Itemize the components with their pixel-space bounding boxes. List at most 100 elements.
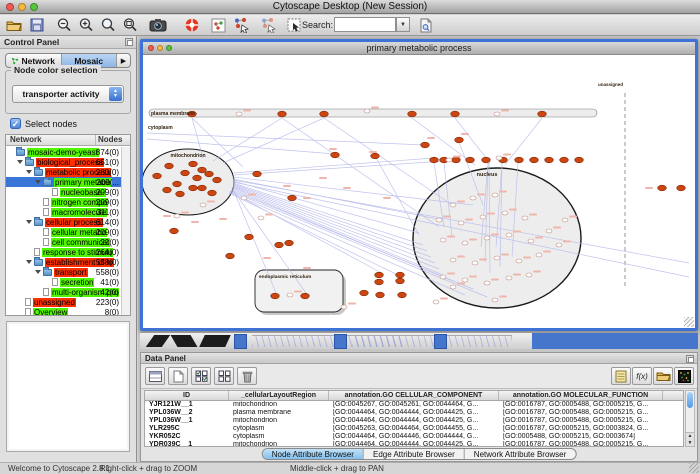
unselect-attributes-icon[interactable] — [214, 367, 234, 385]
gene-node[interactable] — [271, 293, 280, 299]
gene-node[interactable] — [451, 111, 460, 117]
tree-column-network[interactable]: Network — [6, 135, 96, 145]
zoom-out-icon[interactable] — [54, 16, 74, 34]
expand-arrow-icon[interactable] — [17, 160, 23, 164]
gene-node[interactable] — [360, 290, 369, 296]
gene-node[interactable] — [213, 177, 222, 183]
gene-node-small[interactable] — [440, 275, 446, 279]
nodes-group[interactable] — [153, 111, 686, 299]
gene-node-small[interactable] — [462, 278, 468, 282]
column-header[interactable]: annotation.GO CELLULAR_COMPONENT — [329, 391, 499, 400]
network-view-icon[interactable] — [258, 16, 278, 34]
gene-node-small[interactable] — [502, 211, 508, 215]
window-resize-grip[interactable] — [689, 463, 699, 473]
tree-row[interactable]: unassigned223(0) — [6, 297, 121, 307]
expand-arrow-icon[interactable] — [35, 270, 41, 274]
gene-node[interactable] — [375, 279, 384, 285]
gene-node[interactable] — [371, 153, 380, 159]
gene-node-small[interactable] — [556, 243, 562, 247]
gene-node-small[interactable] — [484, 281, 490, 285]
gene-node-small[interactable] — [364, 109, 370, 113]
import-attributes-icon[interactable] — [653, 367, 673, 385]
table-scrollbar-arrows[interactable]: ▲▼ — [686, 432, 694, 446]
tree-row[interactable]: cellular process614(0) — [6, 217, 121, 227]
gene-node-small[interactable] — [446, 158, 452, 162]
attribute-editor-icon[interactable] — [611, 367, 631, 385]
gene-node-small[interactable] — [472, 261, 478, 265]
zoom-in-icon[interactable] — [76, 16, 96, 34]
gene-node[interactable] — [153, 173, 162, 179]
attribute-matrix-icon[interactable] — [674, 367, 694, 385]
gene-node-small[interactable] — [526, 273, 532, 277]
gene-node-small[interactable] — [496, 156, 502, 160]
gene-node[interactable] — [396, 272, 405, 278]
gene-node[interactable] — [515, 157, 524, 163]
gene-node-small[interactable] — [546, 229, 552, 233]
zoom-fit-icon[interactable] — [120, 16, 140, 34]
gene-node-small[interactable] — [174, 214, 180, 218]
tree-column-nodes[interactable]: Nodes — [96, 135, 130, 145]
gene-node-small[interactable] — [458, 221, 464, 225]
tab-network-attribute-browser[interactable]: Network Attribute Browser — [465, 449, 575, 459]
gene-node[interactable] — [396, 278, 405, 284]
gene-node[interactable] — [226, 253, 235, 259]
network-window-titlebar[interactable]: primary metabolic process — [143, 42, 695, 55]
save-icon[interactable] — [27, 16, 47, 34]
tree-row[interactable]: macromolecule311(0) — [6, 207, 121, 217]
gene-node[interactable] — [545, 157, 554, 163]
gene-node-small[interactable] — [258, 216, 264, 220]
gene-node[interactable] — [176, 191, 185, 197]
gene-node[interactable] — [189, 161, 198, 167]
tab-overflow-arrow-icon[interactable]: ▶ — [117, 54, 130, 67]
gene-node[interactable] — [208, 190, 217, 196]
cytopanel-icon[interactable] — [208, 16, 228, 34]
gene-node[interactable] — [275, 242, 284, 248]
gene-node-small[interactable] — [484, 236, 490, 240]
gene-node-small[interactable] — [450, 285, 456, 289]
tab-edge-attribute-browser[interactable]: Edge Attribute Browser — [364, 449, 465, 459]
tree-row[interactable]: transport558(0) — [6, 267, 121, 277]
gene-node[interactable] — [376, 292, 385, 298]
tree-row[interactable]: cellular metabo209(0) — [6, 227, 121, 237]
tree-row[interactable]: secretion41(0) — [6, 277, 121, 287]
gene-node-small[interactable] — [462, 241, 468, 245]
table-row[interactable]: YPL036W__2plasma membrane[GO:0044464, GO… — [145, 409, 683, 417]
new-attribute-icon[interactable] — [168, 367, 188, 385]
gene-node-small[interactable] — [200, 203, 206, 207]
gene-node[interactable] — [466, 157, 475, 163]
gene-node-small[interactable] — [516, 259, 522, 263]
gene-node[interactable] — [452, 157, 461, 163]
gene-node-small[interactable] — [480, 215, 486, 219]
tree-row[interactable]: Overview8(0) — [6, 307, 121, 316]
gene-node[interactable] — [658, 185, 667, 191]
column-header[interactable]: _cellularLayoutRegion — [229, 391, 329, 400]
gene-node[interactable] — [375, 272, 384, 278]
gene-node[interactable] — [173, 181, 182, 187]
table-row[interactable]: YDR039C__1mitochondrion[GO:0044464, GO:0… — [145, 441, 683, 447]
expand-arrow-icon[interactable] — [26, 220, 32, 224]
gene-node[interactable] — [245, 234, 254, 240]
zoom-selected-icon[interactable] — [98, 16, 118, 34]
gene-node[interactable] — [165, 163, 174, 169]
table-row[interactable]: YLR295Ccytoplasm[GO:0045263, GO:0044464,… — [145, 425, 683, 433]
column-header[interactable]: ID — [145, 391, 229, 400]
network-graph[interactable]: plasma membranecytoplasmmitochondrionnuc… — [143, 55, 695, 328]
tree-row[interactable]: cell communicat22(0) — [6, 237, 121, 247]
gene-node-small[interactable] — [433, 300, 439, 304]
gene-node[interactable] — [163, 187, 172, 193]
gene-node-small[interactable] — [528, 239, 534, 243]
node-color-dropdown[interactable]: transporter activity ▲▼ — [12, 85, 124, 103]
select-nodes-checkbox[interactable]: ✓ — [10, 118, 21, 129]
gene-node[interactable] — [421, 142, 430, 148]
network-view-window[interactable]: primary metabolic process plasma membran… — [140, 39, 698, 331]
gene-node-small[interactable] — [506, 233, 512, 237]
search-dropdown-arrow-icon[interactable]: ▼ — [396, 17, 410, 32]
tree-row[interactable]: nucleobase-209(0) — [6, 187, 121, 197]
gene-node[interactable] — [331, 152, 340, 158]
gene-node[interactable] — [677, 185, 686, 191]
tree-row[interactable]: nitrogen compo209(0) — [6, 197, 121, 207]
table-row[interactable]: YJR121W__1mitochondrion[GO:0045267, GO:0… — [145, 401, 683, 409]
gene-node[interactable] — [181, 170, 190, 176]
expand-arrow-icon[interactable] — [35, 180, 41, 184]
table-scrollbar[interactable]: ▲▼ — [685, 390, 695, 447]
